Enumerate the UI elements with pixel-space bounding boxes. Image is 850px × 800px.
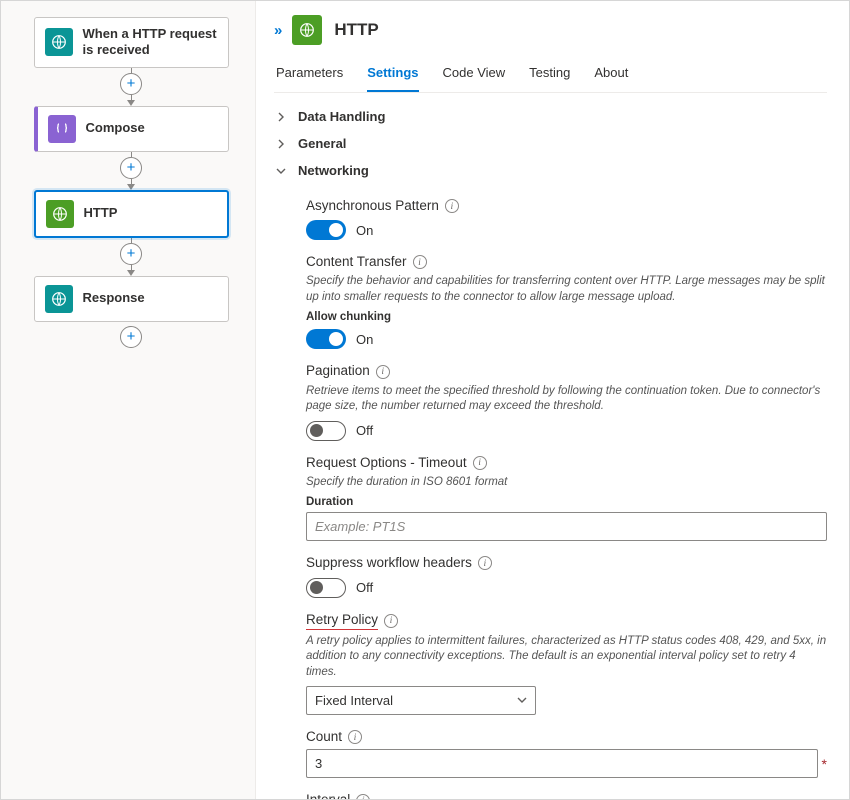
field-title-count: Count i	[306, 729, 827, 745]
duration-label: Duration	[306, 496, 827, 508]
panel-title: HTTP	[334, 20, 378, 40]
chevron-down-icon	[274, 166, 288, 176]
field-description: Specify the duration in ISO 8601 format	[306, 475, 827, 491]
field-title-timeout: Request Options - Timeout i	[306, 455, 827, 471]
toggle-label: Off	[356, 580, 373, 595]
tab-about[interactable]: About	[594, 57, 628, 92]
chevron-right-icon	[274, 139, 288, 149]
field-title-async-pattern: Asynchronous Pattern i	[306, 198, 827, 214]
required-indicator: *	[822, 756, 827, 772]
retry-policy-select[interactable]: Fixed Interval	[306, 686, 536, 715]
tab-testing[interactable]: Testing	[529, 57, 570, 92]
info-icon[interactable]: i	[413, 255, 427, 269]
globe-icon	[292, 15, 322, 45]
field-description: Retrieve items to meet the specified thr…	[306, 384, 827, 415]
tab-parameters[interactable]: Parameters	[276, 57, 343, 92]
section-networking[interactable]: Networking	[274, 157, 827, 184]
globe-icon	[45, 28, 73, 56]
toggle-label: On	[356, 332, 373, 347]
section-data-handling[interactable]: Data Handling	[274, 103, 827, 130]
field-title-suppress-headers: Suppress workflow headers i	[306, 555, 827, 571]
settings-panel: » HTTP Parameters Settings Code View Tes…	[256, 1, 849, 799]
toggle-label: Off	[356, 423, 373, 438]
info-icon[interactable]: i	[478, 556, 492, 570]
add-step-button[interactable]: +	[120, 326, 142, 348]
field-title-pagination: Pagination i	[306, 363, 827, 379]
field-title-retry-policy: Retry Policy i	[306, 612, 827, 630]
canvas-node-response[interactable]: Response	[34, 276, 229, 322]
allow-chunking-label: Allow chunking	[306, 311, 827, 323]
node-label: Response	[83, 290, 145, 306]
tab-settings[interactable]: Settings	[367, 57, 418, 92]
info-icon[interactable]: i	[384, 614, 398, 628]
field-description: A retry policy applies to intermittent f…	[306, 634, 827, 681]
pagination-toggle[interactable]	[306, 421, 346, 441]
chevron-right-icon	[274, 112, 288, 122]
toggle-label: On	[356, 223, 373, 238]
allow-chunking-toggle[interactable]	[306, 329, 346, 349]
field-title-interval: Interval i	[306, 792, 827, 799]
add-step-button[interactable]: +	[120, 157, 142, 179]
select-value: Fixed Interval	[315, 693, 393, 708]
retry-count-input[interactable]	[306, 749, 818, 778]
node-label: HTTP	[84, 205, 118, 221]
field-title-content-transfer: Content Transfer i	[306, 254, 827, 270]
node-label: When a HTTP request is received	[83, 26, 218, 59]
canvas-node-compose[interactable]: Compose	[34, 106, 229, 152]
section-label: Networking	[298, 163, 369, 178]
field-description: Specify the behavior and capabilities fo…	[306, 274, 827, 305]
info-icon[interactable]: i	[348, 730, 362, 744]
globe-icon	[46, 200, 74, 228]
add-step-button[interactable]: +	[120, 243, 142, 265]
globe-icon	[45, 285, 73, 313]
collapse-panel-button[interactable]: »	[274, 22, 282, 39]
node-label: Compose	[86, 120, 145, 136]
info-icon[interactable]: i	[376, 365, 390, 379]
info-icon[interactable]: i	[445, 199, 459, 213]
connector: +	[23, 152, 239, 190]
duration-input[interactable]	[306, 512, 827, 541]
tabs: Parameters Settings Code View Testing Ab…	[274, 57, 827, 93]
async-pattern-toggle[interactable]	[306, 220, 346, 240]
canvas-node-trigger[interactable]: When a HTTP request is received	[34, 17, 229, 68]
section-general[interactable]: General	[274, 130, 827, 157]
section-label: Data Handling	[298, 109, 385, 124]
chevron-down-icon	[517, 693, 527, 708]
braces-icon	[48, 115, 76, 143]
connector: +	[23, 68, 239, 106]
suppress-headers-toggle[interactable]	[306, 578, 346, 598]
tab-code-view[interactable]: Code View	[443, 57, 506, 92]
canvas-node-http[interactable]: HTTP	[34, 190, 229, 238]
section-label: General	[298, 136, 346, 151]
info-icon[interactable]: i	[473, 456, 487, 470]
connector: +	[23, 238, 239, 276]
info-icon[interactable]: i	[356, 794, 370, 799]
add-step-button[interactable]: +	[120, 73, 142, 95]
workflow-canvas: When a HTTP request is received + Compos…	[1, 1, 256, 799]
